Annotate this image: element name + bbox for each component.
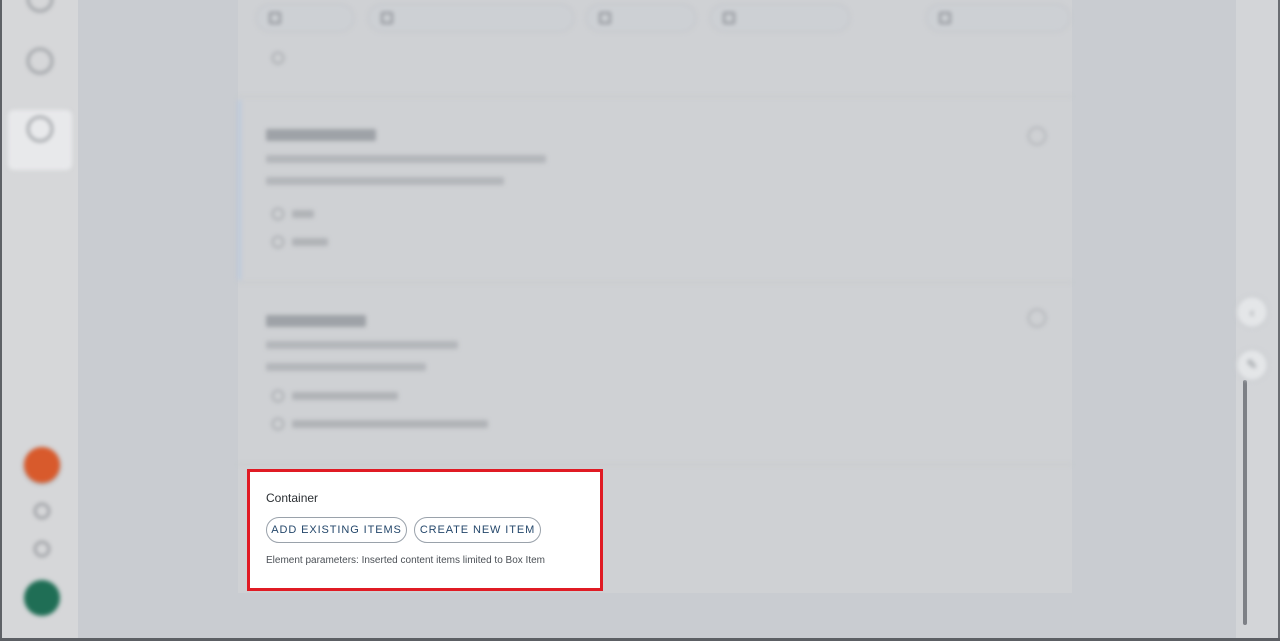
orange-action-button[interactable]	[24, 447, 60, 483]
radio-icon[interactable]	[272, 236, 284, 248]
option-row[interactable]	[272, 236, 328, 248]
rail-icon	[27, 48, 53, 74]
section-desc-placeholder	[266, 341, 458, 349]
option-row[interactable]	[272, 418, 488, 430]
toolbar-chip-icon	[939, 12, 951, 24]
rail-icon	[27, 0, 53, 12]
section-background-type	[238, 282, 1072, 465]
add-existing-items-button[interactable]: ADD EXISTING ITEMS	[266, 517, 407, 543]
section-desc-placeholder	[266, 363, 426, 371]
scrollbar[interactable]	[1243, 380, 1247, 625]
top-toolbar	[240, 0, 1080, 40]
section-title-placeholder	[266, 129, 376, 141]
expand-plus-icon[interactable]	[1028, 309, 1046, 327]
radio-icon[interactable]	[272, 52, 284, 64]
section-title-placeholder	[266, 315, 366, 327]
collapse-chevron-icon[interactable]: ‹	[1236, 296, 1268, 328]
left-rail	[2, 0, 78, 641]
pin-icon[interactable]: ✎	[1236, 349, 1268, 381]
calendar-icon	[723, 12, 735, 24]
rail-item-active[interactable]	[8, 110, 72, 170]
expand-plus-icon[interactable]	[1028, 127, 1046, 145]
toolbar-chip[interactable]	[926, 4, 1070, 32]
radio-icon[interactable]	[272, 418, 284, 430]
section-desc-placeholder	[266, 155, 546, 163]
container-element-card: Container ADD EXISTING ITEMS CREATE NEW …	[247, 469, 603, 591]
option-row[interactable]	[272, 208, 314, 220]
toolbar-chip[interactable]	[586, 4, 696, 32]
toolbar-chip[interactable]	[256, 4, 354, 32]
option-label-placeholder	[292, 420, 488, 428]
radio-icon[interactable]	[272, 208, 284, 220]
help-icon[interactable]	[34, 503, 50, 519]
option-row[interactable]	[272, 52, 284, 64]
filter-icon	[599, 12, 611, 24]
container-title: Container	[266, 491, 319, 505]
toolbar-chip-icon	[269, 12, 281, 24]
element-parameters-text: Element parameters: Inserted content ite…	[266, 555, 546, 566]
section-text-alignment	[238, 96, 1072, 283]
create-new-item-button[interactable]: CREATE NEW ITEM	[414, 517, 541, 543]
option-label-placeholder	[292, 392, 398, 400]
radio-icon[interactable]	[272, 390, 284, 402]
user-avatar[interactable]	[24, 580, 60, 616]
option-row[interactable]	[272, 390, 398, 402]
option-label-placeholder	[292, 238, 328, 246]
rail-item[interactable]	[8, 42, 72, 102]
option-label-placeholder	[292, 210, 314, 218]
section-desc-placeholder	[266, 177, 504, 185]
rail-icon	[27, 116, 53, 142]
toolbar-chip-icon	[381, 12, 393, 24]
rail-item[interactable]	[8, 0, 72, 40]
feedback-icon[interactable]	[34, 541, 50, 557]
toolbar-chip[interactable]	[710, 4, 850, 32]
toolbar-chip[interactable]	[368, 4, 574, 32]
